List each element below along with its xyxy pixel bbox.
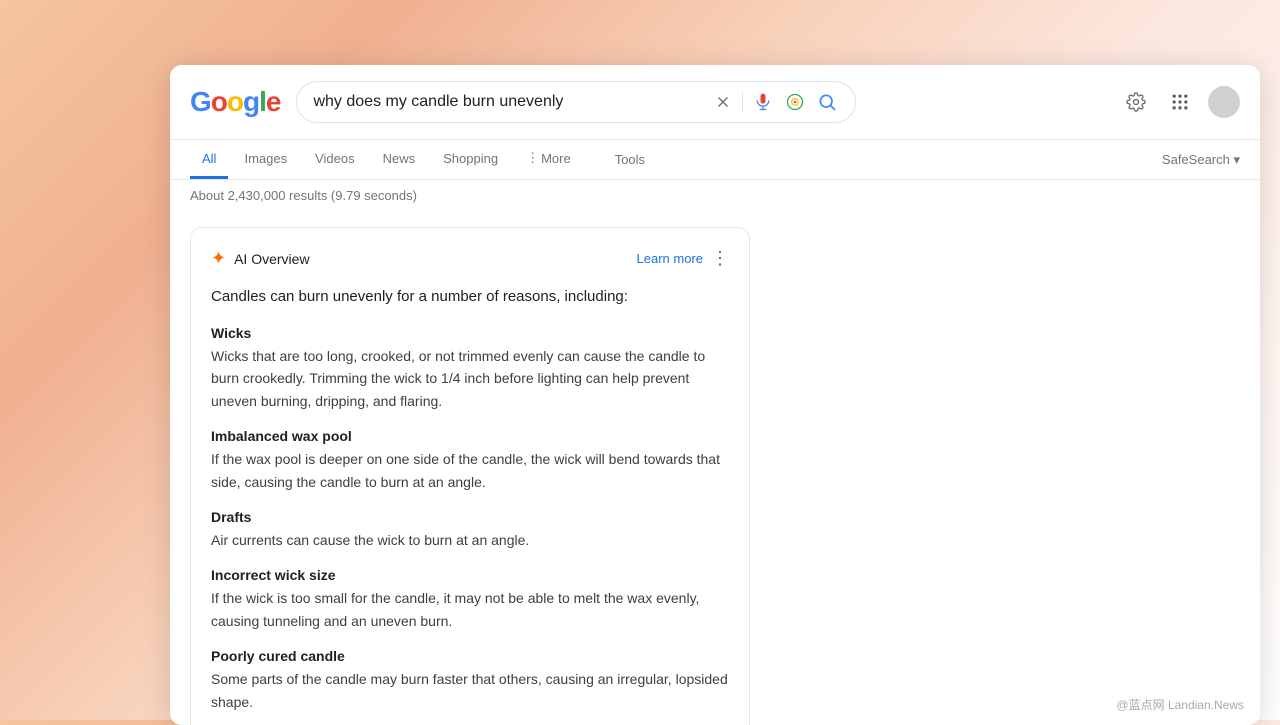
search-divider	[742, 92, 743, 112]
ai-star-icon: ✦	[211, 248, 226, 269]
ai-section-body-poorly-cured: Some parts of the candle may burn faster…	[211, 668, 729, 713]
tab-shopping[interactable]: Shopping	[431, 141, 510, 179]
ai-intro-text: Candles can burn unevenly for a number o…	[211, 285, 729, 309]
voice-search-button[interactable]	[751, 90, 775, 114]
ai-overview-card: ✦ AI Overview Learn more ⋮ Candles can b…	[190, 227, 750, 725]
ai-section-title-drafts: Drafts	[211, 509, 729, 525]
logo-letter-g1: G	[190, 86, 211, 118]
results-info: About 2,430,000 results (9.79 seconds)	[170, 180, 1260, 211]
ai-section-title-wick-size: Incorrect wick size	[211, 567, 729, 583]
ai-section-body-wicks: Wicks that are too long, crooked, or not…	[211, 345, 729, 412]
search-input[interactable]: why does my candle burn unevenly	[313, 93, 704, 111]
apps-icon-button[interactable]	[1164, 86, 1196, 118]
tools-button[interactable]: Tools	[603, 144, 657, 175]
ai-section-title-wicks: Wicks	[211, 325, 729, 341]
ai-overview-header: ✦ AI Overview Learn more ⋮	[211, 248, 729, 269]
logo-letter-e: e	[266, 86, 281, 118]
ai-section-wick-size: Incorrect wick size If the wick is too s…	[211, 567, 729, 632]
settings-icon-button[interactable]	[1120, 86, 1152, 118]
footer-watermark: @蓝点网 Landian.News	[1116, 696, 1244, 713]
logo-letter-o2: o	[227, 86, 243, 118]
ai-section-title-poorly-cured: Poorly cured candle	[211, 648, 729, 664]
ai-overview-title: ✦ AI Overview	[211, 248, 310, 269]
tab-news[interactable]: News	[371, 141, 428, 179]
safe-search-label[interactable]: SafeSearch ▾	[1162, 152, 1240, 168]
ai-section-poorly-cured: Poorly cured candle Some parts of the ca…	[211, 648, 729, 713]
avatar[interactable]	[1208, 86, 1240, 118]
more-dots-icon: ⋮	[526, 150, 539, 166]
header-right	[1120, 86, 1240, 118]
ai-section-imbalanced-wax: Imbalanced wax pool If the wax pool is d…	[211, 428, 729, 493]
browser-window: G o o g l e why does my candle burn unev…	[170, 65, 1260, 725]
ai-section-body-wick-size: If the wick is too small for the candle,…	[211, 587, 729, 632]
ai-overview-label: AI Overview	[234, 251, 309, 267]
clear-search-button[interactable]	[712, 91, 734, 113]
tab-more[interactable]: ⋮ More	[514, 140, 583, 179]
nav-tabs: All Images Videos News Shopping ⋮ More T…	[170, 140, 1260, 180]
ai-section-body-drafts: Air currents can cause the wick to burn …	[211, 529, 729, 551]
logo-letter-l: l	[259, 86, 266, 118]
logo-letter-g2: g	[243, 86, 259, 118]
main-content: ✦ AI Overview Learn more ⋮ Candles can b…	[170, 211, 1260, 725]
search-submit-button[interactable]	[815, 90, 839, 114]
tab-videos[interactable]: Videos	[303, 141, 367, 179]
lens-search-button[interactable]	[783, 90, 807, 114]
header: G o o g l e why does my candle burn unev…	[170, 65, 1260, 140]
logo-letter-o1: o	[211, 86, 227, 118]
tab-images[interactable]: Images	[232, 141, 299, 179]
search-box: why does my candle burn unevenly	[296, 81, 856, 123]
ai-section-body-wax: If the wax pool is deeper on one side of…	[211, 448, 729, 493]
google-logo[interactable]: G o o g l e	[190, 86, 280, 118]
watermark-link[interactable]: @蓝点网 Landian.News	[1116, 698, 1244, 712]
ai-section-drafts: Drafts Air currents can cause the wick t…	[211, 509, 729, 551]
more-options-icon[interactable]: ⋮	[711, 248, 729, 269]
ai-section-title-wax: Imbalanced wax pool	[211, 428, 729, 444]
ai-overview-actions: Learn more ⋮	[637, 248, 729, 269]
learn-more-button[interactable]: Learn more	[637, 251, 703, 266]
ai-section-wicks: Wicks Wicks that are too long, crooked, …	[211, 325, 729, 412]
tab-all[interactable]: All	[190, 141, 228, 179]
